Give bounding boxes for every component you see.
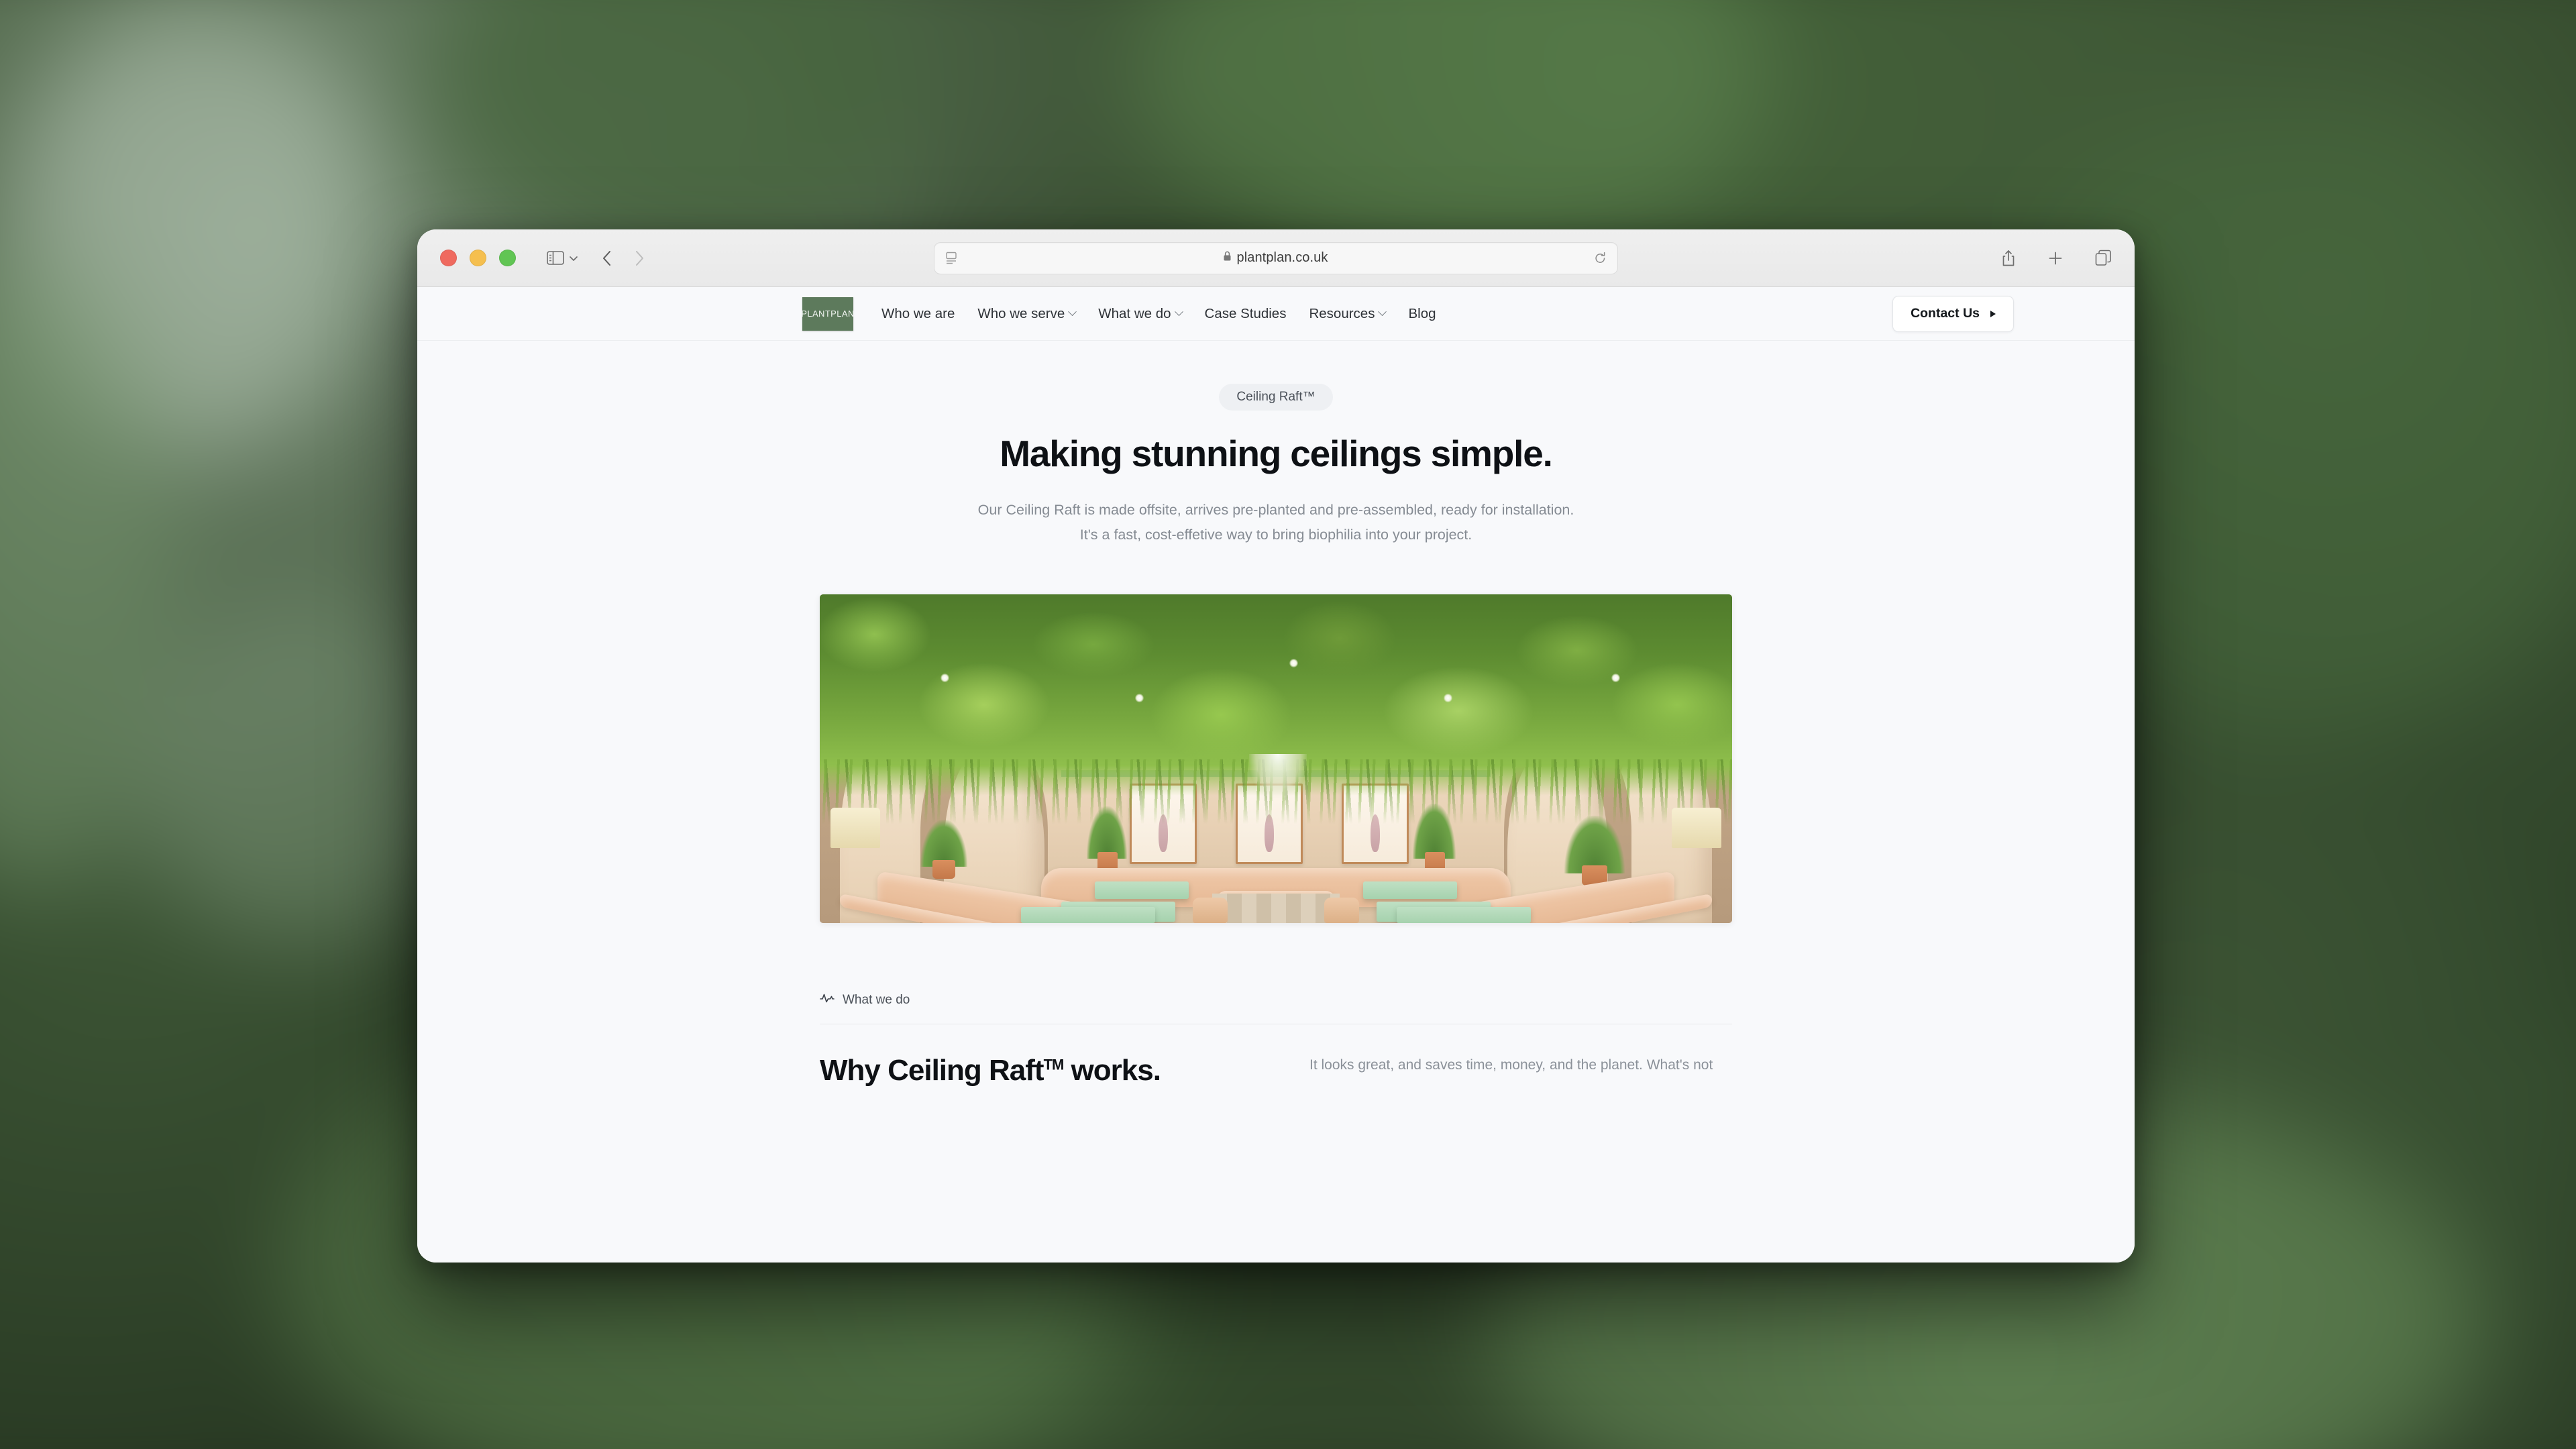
hero-subtext: Our Ceiling Raft is made offsite, arrive… (417, 498, 2135, 547)
nav-item-blog[interactable]: Blog (1408, 306, 1436, 322)
navigation-buttons (602, 250, 645, 267)
url-text-container: plantplan.co.uk (957, 250, 1594, 266)
back-arrow-icon[interactable] (602, 250, 612, 267)
plus-icon[interactable] (2047, 250, 2063, 266)
hero-badge: Ceiling Raft™ (1219, 384, 1333, 411)
section-paragraph: It looks great, and saves time, money, a… (1309, 1057, 1713, 1073)
nav-label: Blog (1408, 305, 1436, 321)
section-title: Why Ceiling RaftTM works. (820, 1054, 1161, 1087)
hero-headline: Making stunning ceilings simple. (1000, 433, 1553, 474)
section-eyebrow-label: What we do (843, 992, 910, 1007)
activity-pulse-icon (820, 993, 835, 1008)
what-we-do-section: What we do Why Ceiling RaftTM works. It … (820, 993, 1732, 1087)
site-logo[interactable]: PLANTPLAN (801, 297, 854, 331)
section-title-post: works. (1063, 1053, 1161, 1087)
nav-label: Case Studies (1204, 305, 1287, 321)
nav-item-who-we-are[interactable]: Who we are (881, 306, 955, 322)
section-heading-row: Why Ceiling RaftTM works. It looks great… (820, 1054, 1732, 1087)
chevron-down-icon[interactable] (568, 254, 579, 262)
contact-us-label: Contact Us (1911, 306, 1980, 321)
share-icon[interactable] (2001, 250, 2016, 267)
browser-toolbar: plantplan.co.uk (417, 229, 2135, 287)
chevron-down-icon (1068, 307, 1077, 317)
url-text: plantplan.co.uk (1236, 250, 1328, 265)
nav-label: Who we serve (977, 305, 1065, 321)
toolbar-right-actions (2001, 250, 2112, 267)
sidebar-controls (547, 251, 579, 265)
tab-overview-icon[interactable] (2095, 250, 2112, 266)
maximize-button[interactable] (499, 250, 516, 266)
website-viewport: PLANTPLAN Who we are Who we serve What w… (417, 287, 2135, 1263)
window-controls (440, 250, 516, 266)
browser-window: plantplan.co.uk PLANTPLAN Who we are Who… (417, 229, 2135, 1263)
nav-item-who-we-serve[interactable]: Who we serve (977, 305, 1077, 322)
contact-us-button[interactable]: Contact Us (1892, 295, 2014, 332)
close-button[interactable] (440, 250, 457, 266)
hero-subtext-line-1: Our Ceiling Raft is made offsite, arrive… (977, 502, 1574, 518)
sidebar-icon[interactable] (547, 251, 564, 265)
nav-label: What we do (1098, 305, 1171, 321)
hero-subtext-line-2: It's a fast, cost-effetive way to bring … (1079, 526, 1472, 543)
forward-arrow-icon (634, 250, 645, 267)
minimize-button[interactable] (470, 250, 486, 266)
nav-item-case-studies[interactable]: Case Studies (1205, 306, 1287, 322)
primary-navigation: Who we are Who we serve What we do Case … (881, 306, 1436, 322)
lock-icon (1223, 250, 1232, 266)
chevron-down-icon (1378, 307, 1387, 317)
nav-item-what-we-do[interactable]: What we do (1098, 305, 1183, 322)
address-bar[interactable]: plantplan.co.uk (934, 241, 1618, 274)
nav-label: Who we are (881, 305, 955, 321)
chevron-down-icon (1174, 307, 1183, 317)
trademark-symbol: TM (1043, 1056, 1065, 1073)
arrow-right-icon (1990, 310, 1996, 317)
nav-item-resources[interactable]: Resources (1309, 305, 1387, 322)
reload-icon[interactable] (1594, 252, 1607, 265)
reader-view-icon[interactable] (945, 252, 957, 265)
hero-image (820, 594, 1732, 923)
section-title-pre: Why Ceiling Raft (820, 1053, 1044, 1087)
section-eyebrow: What we do (820, 993, 1732, 1008)
site-navbar: PLANTPLAN Who we are Who we serve What w… (417, 287, 2135, 341)
hero-section: Ceiling Raft™ Making stunning ceilings s… (417, 341, 2135, 923)
nav-label: Resources (1309, 305, 1375, 321)
